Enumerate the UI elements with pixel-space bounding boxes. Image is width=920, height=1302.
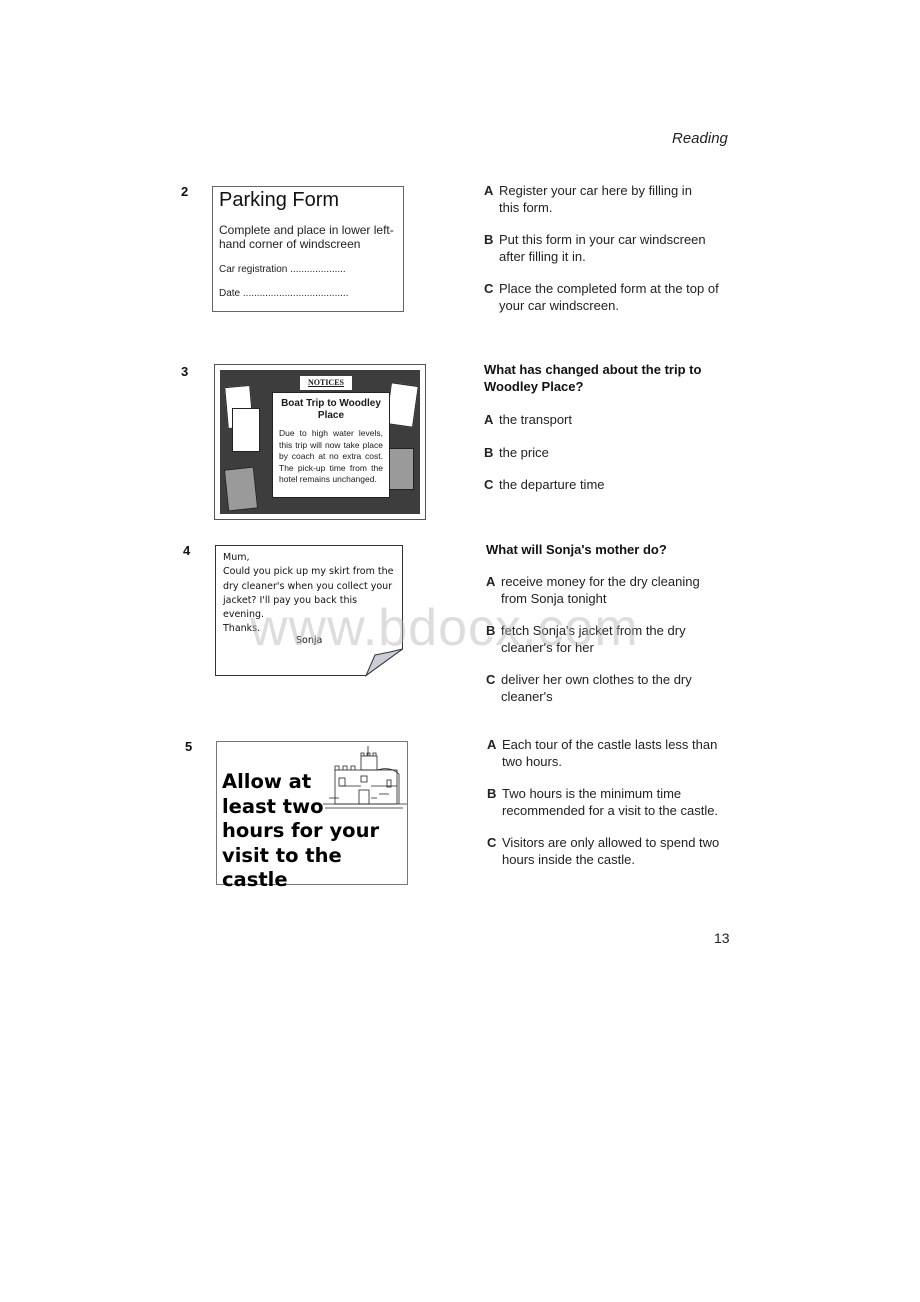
note-signature: Sonja <box>296 635 323 646</box>
question-text: What will Sonja's mother do? <box>486 542 667 557</box>
question-number: 2 <box>181 184 189 199</box>
note-body: Mum, Could you pick up my skirt from the… <box>223 552 394 635</box>
option-text: Two hours is the minimum time recommende… <box>502 786 719 818</box>
section-header: Reading <box>672 130 728 147</box>
answer-option[interactable]: C deliver her own clothes to the dry cle… <box>486 671 706 705</box>
answer-option[interactable]: C Place the completed form at the top of… <box>484 280 724 314</box>
answer-option[interactable]: B Put this form in your car windscreen a… <box>484 231 714 265</box>
notice-title: Boat Trip to Woodley Place <box>281 398 381 421</box>
answer-option[interactable]: B the price <box>484 444 714 461</box>
question-number: 4 <box>183 543 191 558</box>
pinned-paper <box>223 466 259 512</box>
option-text: Register your car here by filling in thi… <box>499 183 692 215</box>
sign-text: Allow at least two hours for your visit … <box>222 770 380 891</box>
option-letter: C <box>484 477 494 492</box>
answer-option[interactable]: A receive money for the dry cleaning fro… <box>486 573 726 607</box>
date-field: Date ...................................… <box>219 288 349 299</box>
notice-title: Parking Form <box>219 189 340 211</box>
question-number: 5 <box>185 739 193 754</box>
castle-sign: Allow at least two hours for your visit … <box>216 741 408 891</box>
option-text: Each tour of the castle lasts less than … <box>502 737 718 769</box>
option-letter: B <box>487 786 497 801</box>
pinned-paper <box>386 448 414 490</box>
notice-body: Due to high water levels, this trip will… <box>279 428 383 484</box>
option-text: receive money for the dry cleaning from … <box>501 574 700 606</box>
option-text: deliver her own clothes to the dry clean… <box>501 672 692 704</box>
handwritten-note: Mum, Could you pick up my skirt from the… <box>215 545 403 677</box>
option-letter: A <box>484 183 494 198</box>
option-letter: C <box>484 281 494 296</box>
pinned-paper <box>232 408 260 452</box>
parking-form-notice: Parking Form Complete and place in lower… <box>212 186 404 312</box>
pinned-paper <box>385 382 419 428</box>
answer-option[interactable]: B fetch Sonja's jacket from the dry clea… <box>486 622 706 656</box>
option-text: Place the completed form at the top of y… <box>499 281 719 313</box>
answer-option[interactable]: A the transport <box>484 411 714 428</box>
option-letter: C <box>486 672 496 687</box>
option-text: the transport <box>499 412 572 427</box>
option-text: fetch Sonja's jacket from the dry cleane… <box>501 623 686 655</box>
notice-instruction: Complete and place in lower left-hand co… <box>219 223 394 251</box>
question-number: 3 <box>181 364 189 379</box>
notice-board-surface: NOTICES Boat Trip to Woodley Place Due t… <box>220 370 420 514</box>
notice-board: NOTICES Boat Trip to Woodley Place Due t… <box>214 364 426 520</box>
option-letter: A <box>487 737 497 752</box>
option-text: Put this form in your car windscreen aft… <box>499 232 706 264</box>
option-letter: A <box>486 574 496 589</box>
option-letter: B <box>484 232 494 247</box>
answer-option[interactable]: B Two hours is the minimum time recommen… <box>487 785 727 819</box>
answer-option[interactable]: C the departure time <box>484 476 714 493</box>
option-text: the departure time <box>499 477 605 492</box>
option-letter: B <box>484 445 494 460</box>
answer-option[interactable]: A Register your car here by filling in t… <box>484 182 714 216</box>
option-text: the price <box>499 445 549 460</box>
option-letter: C <box>487 835 497 850</box>
question-text: What has changed about the trip to Woodl… <box>484 362 702 394</box>
option-letter: B <box>486 623 496 638</box>
boat-trip-notice: Boat Trip to Woodley Place Due to high w… <box>272 392 390 498</box>
page-number: 13 <box>714 930 730 946</box>
option-text: Visitors are only allowed to spend two h… <box>502 835 720 867</box>
car-registration-field: Car registration .................... <box>219 264 346 275</box>
answer-option[interactable]: C Visitors are only allowed to spend two… <box>487 834 727 868</box>
answer-option[interactable]: A Each tour of the castle lasts less tha… <box>487 736 727 770</box>
notices-label: NOTICES <box>300 376 352 390</box>
option-letter: A <box>484 412 494 427</box>
